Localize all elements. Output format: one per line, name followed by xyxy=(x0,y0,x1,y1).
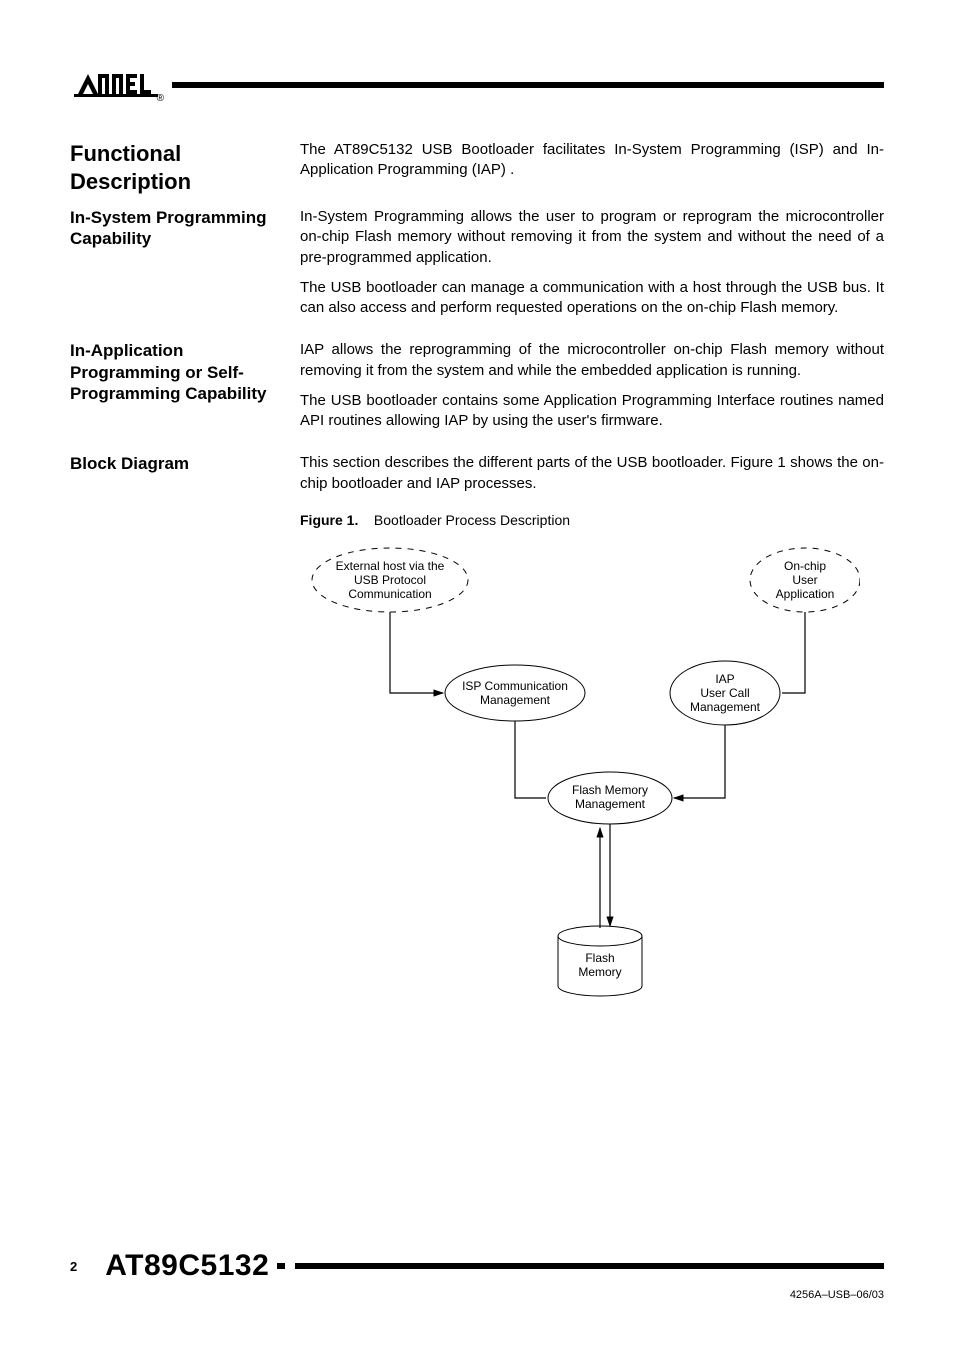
footer-bar-small xyxy=(277,1263,285,1269)
chip-name: AT89C5132 xyxy=(105,1249,269,1283)
section-isp: In-System Programming Capability In-Syst… xyxy=(70,207,884,328)
node-iap-l2: User Call xyxy=(700,686,749,700)
heading-iap: In-Application Programming or Self-Progr… xyxy=(70,340,285,404)
header-rule: ® xyxy=(70,70,884,100)
node-onchip-l2: User xyxy=(792,573,817,587)
node-flashmgmt-l1: Flash Memory xyxy=(572,783,648,797)
node-onchip-l1: On-chip xyxy=(784,559,826,573)
node-external-host-l1: External host via the xyxy=(336,559,445,573)
footer-bar xyxy=(295,1263,884,1269)
node-flashmgmt-l2: Management xyxy=(575,797,646,811)
atmel-logo: ® xyxy=(70,70,162,100)
page-number: 2 xyxy=(70,1259,77,1274)
node-flashmem-l2: Memory xyxy=(578,965,621,979)
flash-memory-cylinder: Flash Memory xyxy=(558,926,642,996)
doc-id: 4256A–USB–06/03 xyxy=(70,1289,884,1301)
figure-caption-text: Bootloader Process Description xyxy=(374,512,570,528)
heading-block: Block Diagram xyxy=(70,453,285,474)
heading-functional: Functional Description xyxy=(70,140,285,195)
para-isp-1: In-System Programming allows the user to… xyxy=(300,207,884,268)
page: ® Functional Description The AT89C5132 U… xyxy=(0,0,954,1351)
page-footer: 2 AT89C5132 4256A–USB–06/03 xyxy=(70,1249,884,1301)
para-functional-1: The AT89C5132 USB Bootloader facilitates… xyxy=(300,140,884,181)
registered-mark-icon: ® xyxy=(157,93,164,104)
block-diagram: External host via the USB Protocol Commu… xyxy=(300,538,860,1018)
node-isp-l2: Management xyxy=(480,693,551,707)
node-external-host-l3: Communication xyxy=(348,587,431,601)
section-iap: In-Application Programming or Self-Progr… xyxy=(70,340,884,441)
para-iap-2: The USB bootloader contains some Applica… xyxy=(300,391,884,432)
section-block: Block Diagram This section describes the… xyxy=(70,453,884,1018)
node-onchip-l3: Application xyxy=(776,587,835,601)
node-isp-l1: ISP Communication xyxy=(462,679,568,693)
node-flashmem-l1: Flash xyxy=(585,951,614,965)
header-bar xyxy=(172,82,884,88)
figure-caption: Figure 1. Bootloader Process Description xyxy=(300,512,884,528)
figure-label: Figure 1. xyxy=(300,512,358,528)
node-iap-l1: IAP xyxy=(715,672,734,686)
para-isp-2: The USB bootloader can manage a communic… xyxy=(300,278,884,319)
para-iap-1: IAP allows the reprogramming of the micr… xyxy=(300,340,884,381)
heading-isp: In-System Programming Capability xyxy=(70,207,285,250)
para-block-1: This section describes the different par… xyxy=(300,453,884,494)
node-iap-l3: Management xyxy=(690,700,761,714)
node-external-host-l2: USB Protocol xyxy=(354,573,426,587)
section-functional: Functional Description The AT89C5132 USB… xyxy=(70,140,884,195)
